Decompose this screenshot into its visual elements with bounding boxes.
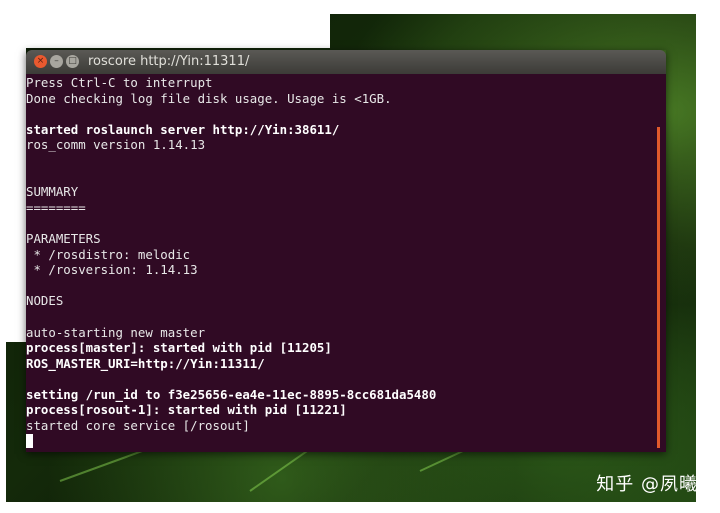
terminal-line: auto-starting new master <box>26 324 206 340</box>
background-white-strip <box>0 0 26 342</box>
text-cursor <box>26 433 33 448</box>
terminal-line: started core service [/rosout] <box>26 418 250 434</box>
terminal-line: setting /run_id to f3e25656-ea4e-11ec-88… <box>26 386 437 402</box>
watermark: 知乎 @夙曦 <box>596 474 698 495</box>
terminal-output-area[interactable]: Press Ctrl-C to interrupt Done checking l… <box>26 74 666 452</box>
terminal-line: started roslaunch server http://Yin:3861… <box>26 121 340 137</box>
close-icon[interactable]: × <box>34 55 47 68</box>
terminal-window[interactable]: × – □ roscore http://Yin:11311/ Press Ct… <box>26 50 666 452</box>
terminal-line: NODES <box>26 293 64 309</box>
terminal-line: Press Ctrl-C to interrupt <box>26 75 213 90</box>
background-white-area <box>0 0 330 48</box>
terminal-line: * /rosdistro: melodic <box>26 246 191 262</box>
terminal-text: Press Ctrl-C to interrupt Done checking l… <box>26 75 436 449</box>
terminal-line: process[master]: started with pid [11205… <box>26 340 332 356</box>
minimize-icon[interactable]: – <box>50 55 63 68</box>
terminal-line: ros_comm version 1.14.13 <box>26 137 206 153</box>
terminal-line: PARAMETERS <box>26 230 101 246</box>
terminal-prompt-line[interactable] <box>26 433 436 450</box>
terminal-line: ======== <box>26 199 86 215</box>
terminal-line: Done checking log file disk usage. Usage… <box>26 90 392 106</box>
window-titlebar[interactable]: × – □ roscore http://Yin:11311/ <box>26 50 666 74</box>
scrollbar[interactable] <box>657 127 660 448</box>
terminal-line: ROS_MASTER_URI=http://Yin:11311/ <box>26 355 265 371</box>
terminal-line: * /rosversion: 1.14.13 <box>26 262 198 278</box>
terminal-line: process[rosout-1]: started with pid [112… <box>26 402 347 418</box>
terminal-line: SUMMARY <box>26 184 79 200</box>
window-title: roscore http://Yin:11311/ <box>88 54 250 69</box>
maximize-icon[interactable]: □ <box>66 55 79 68</box>
